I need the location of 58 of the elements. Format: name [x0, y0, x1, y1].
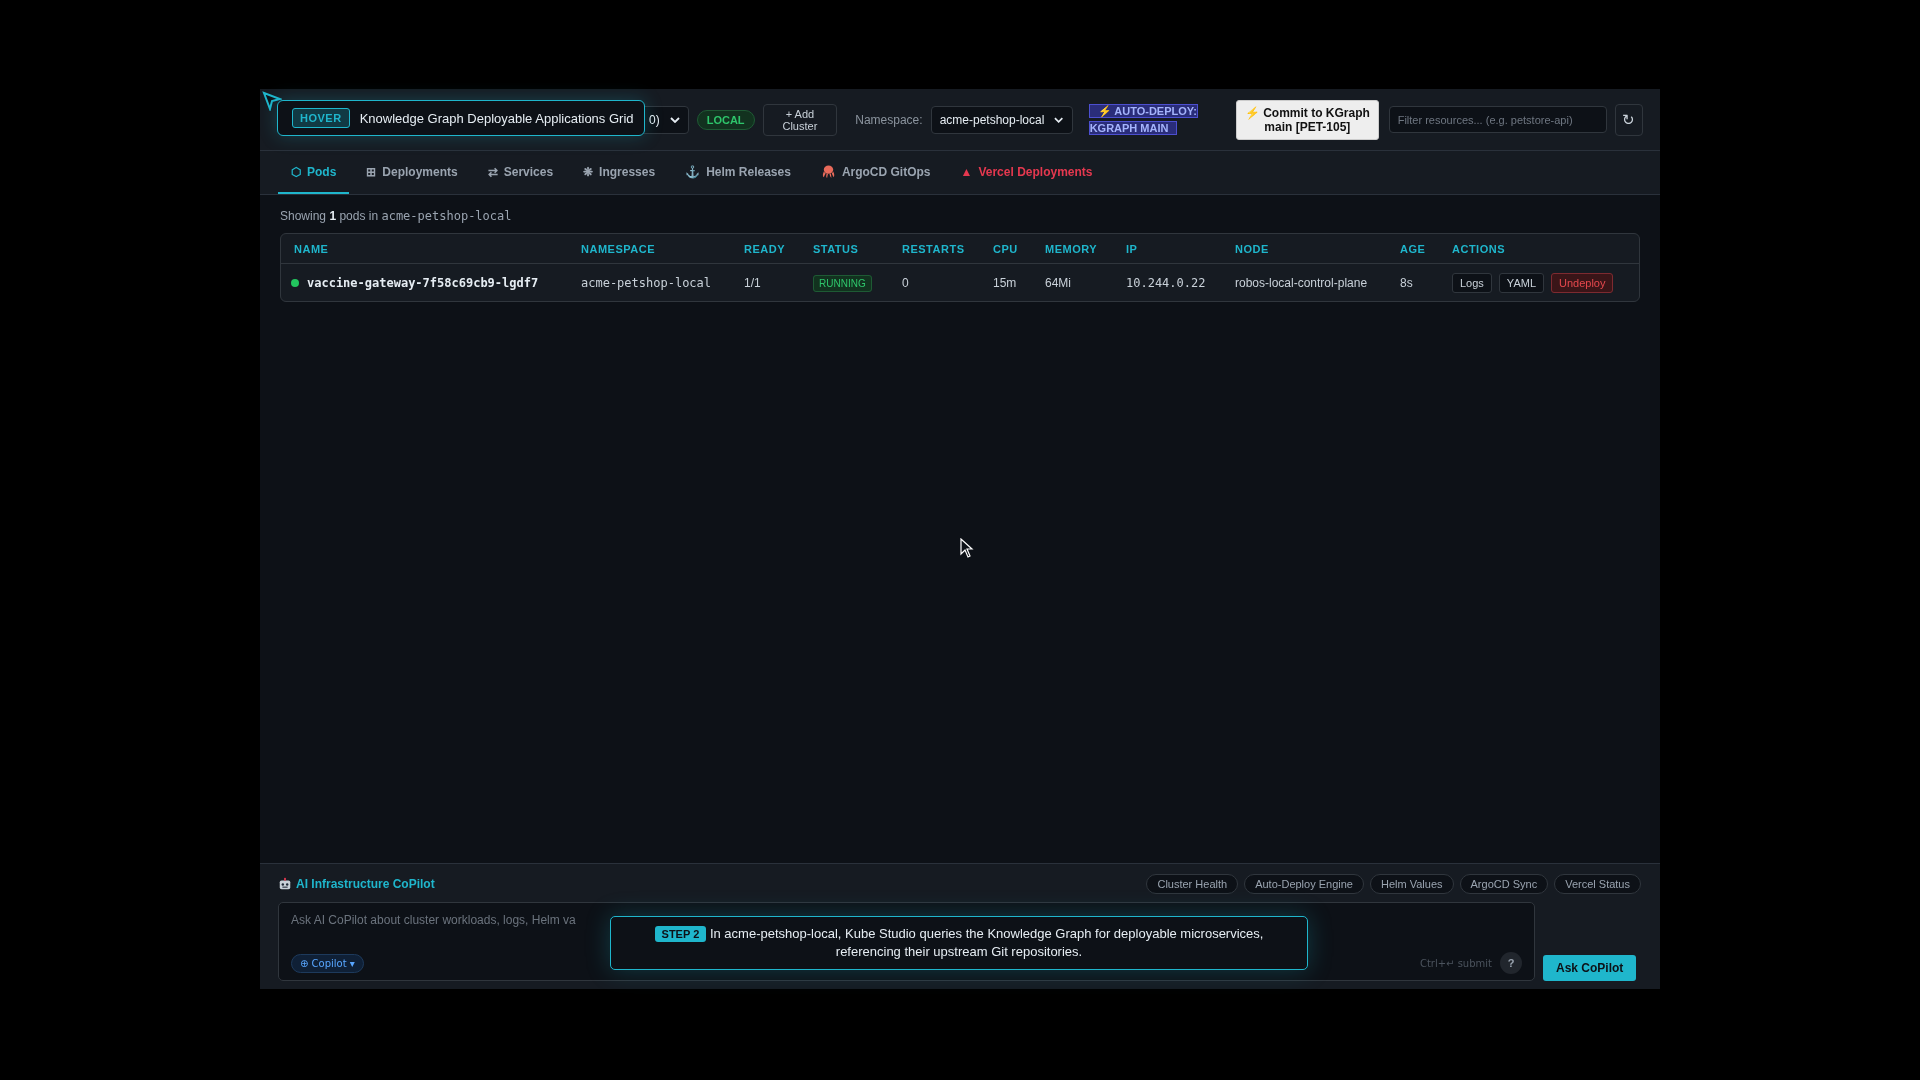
column-header: NAME	[294, 242, 330, 255]
suggestion-chip[interactable]: Auto-Deploy Engine	[1244, 874, 1364, 894]
octopus-icon	[820, 164, 836, 179]
submit-hint: Ctrl+↵ submit	[1419, 957, 1492, 969]
add-cluster-button[interactable]: + Add Cluster	[762, 103, 838, 136]
action-button[interactable]: YAML	[1498, 272, 1544, 293]
local-badge: LOCAL	[696, 109, 755, 130]
help-button[interactable]: ?	[1500, 952, 1522, 974]
table-cell-text: 0	[902, 275, 910, 290]
table-cell-text: robos-local-control-plane	[1235, 275, 1369, 290]
undeploy-button[interactable]: Undeploy	[1551, 272, 1614, 293]
table-cell-text: acme-petshop-local	[581, 275, 713, 290]
tab[interactable]: ▲ Vercel Deployments	[947, 151, 1106, 194]
namespace-select[interactable]: acme-petshop-local	[930, 105, 1073, 134]
table-cell-text: 15m	[993, 275, 1018, 290]
suggestion-chip[interactable]: ArgoCD Sync	[1459, 874, 1549, 894]
tab[interactable]: ⬡ Pods	[278, 151, 350, 194]
tab[interactable]: ⊞ Deployments	[353, 151, 471, 194]
column-header: ACTIONS	[1452, 242, 1506, 255]
suggestion-chip[interactable]: Cluster Health	[1146, 874, 1239, 894]
commit-button[interactable]: ⚡ Commit to KGraph main [PET-105]	[1236, 99, 1379, 140]
column-header: IP	[1126, 242, 1139, 255]
table-cell-text: 8s	[1400, 275, 1414, 290]
copilot-title: AI Infrastructure CoPilot	[296, 877, 435, 891]
column-header: CPU	[993, 242, 1019, 255]
column-header: STATUS	[813, 242, 860, 255]
status-badge: RUNNING	[813, 274, 872, 292]
tab[interactable]: ❋ Ingresses	[570, 151, 669, 194]
hover-badge: HOVER	[292, 108, 350, 128]
mouse-cursor-icon	[960, 538, 974, 558]
auto-deploy-badge: ⚡ AUTO-DEPLOY: KGRAPH MAIN	[1088, 102, 1198, 137]
caret-icon	[669, 116, 680, 123]
table-cell-text: 64Mi	[1045, 275, 1072, 290]
column-header: AGE	[1400, 242, 1427, 255]
tooltip-text: Knowledge Graph Deployable Applications Grid	[359, 110, 634, 126]
namespace-label: Namespace:	[855, 112, 923, 127]
column-header: NODE	[1235, 242, 1270, 255]
column-header: MEMORY	[1045, 242, 1099, 255]
suggestion-chip[interactable]: Helm Values	[1370, 874, 1454, 894]
caret-icon	[1054, 116, 1064, 123]
tab[interactable]: ⇄ Services	[474, 151, 567, 194]
ask-copilot-button[interactable]: Ask CoPilot	[1543, 955, 1637, 981]
filter-field[interactable]: Filter resources... (e.g. petstore-api)	[1388, 106, 1607, 133]
pod-name-cell: vaccine-gateway-7f58c69cb9-lgdf7	[291, 275, 581, 290]
refresh-button[interactable]: ↻	[1614, 103, 1643, 136]
column-header: NAMESPACE	[581, 242, 656, 255]
table-cell-text: 10.244.0.22	[1126, 275, 1207, 290]
robot-icon	[278, 877, 292, 891]
column-header: RESTARTS	[902, 242, 966, 255]
summary-text: Showing 1 pods in acme-petshop-local	[280, 209, 513, 223]
table-cell-text: 1/1	[744, 275, 762, 290]
model-dropdown[interactable]: ⊕ Copilot ▾	[291, 953, 364, 973]
column-header: READY	[744, 242, 786, 255]
step-text: STEP 2 In acme-petshop-local, Kube Studio queries the Knowledge Graph for deployable microservices, referencing their upstream Git repositories.	[641, 925, 1277, 961]
action-button[interactable]: Logs	[1452, 272, 1492, 293]
tab[interactable]: ⚓ Helm Releases	[672, 151, 804, 194]
tab[interactable]: ArgoCD GitOps	[807, 151, 944, 194]
suggestion-chip[interactable]: Vercel Status	[1554, 874, 1641, 894]
